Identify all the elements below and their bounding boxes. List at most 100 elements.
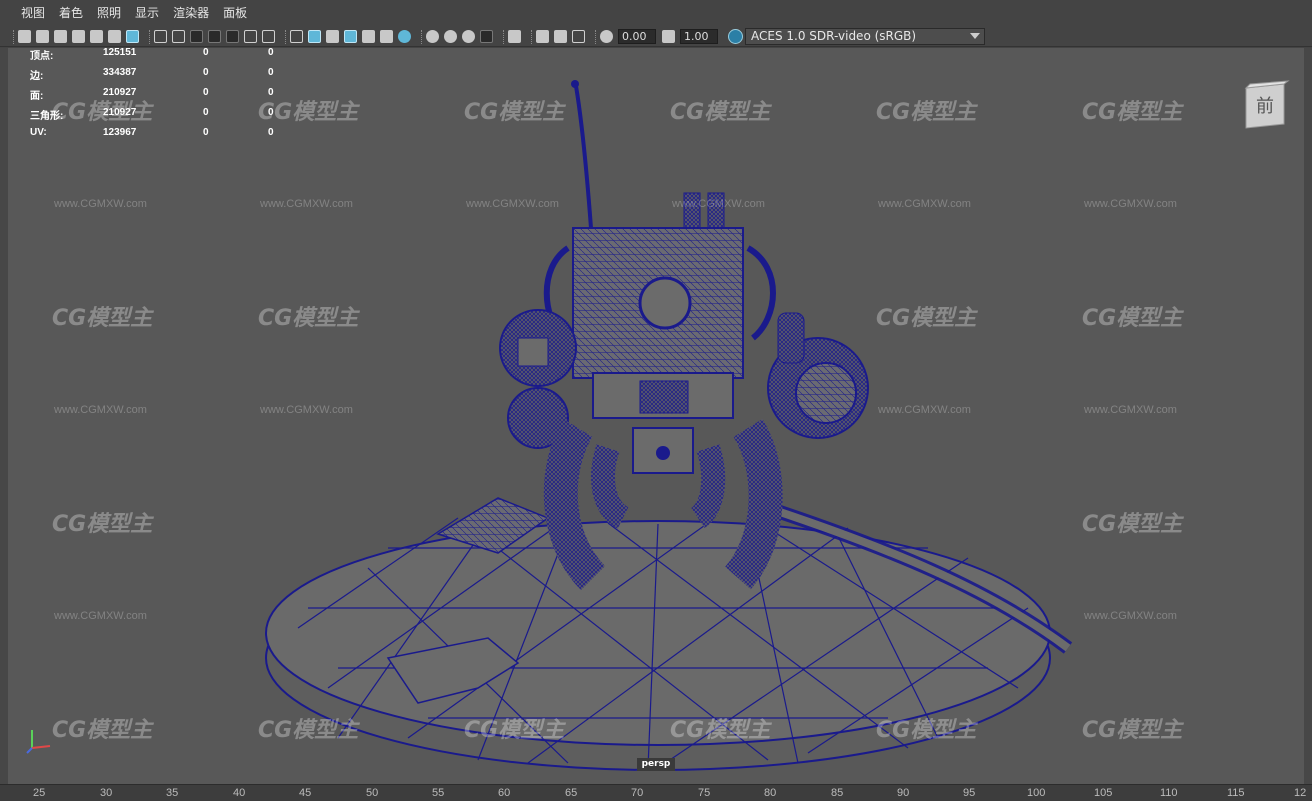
ruler-tick: 75 bbox=[698, 787, 711, 799]
isolate-select-icon[interactable] bbox=[508, 30, 521, 43]
chevron-down-icon bbox=[970, 33, 980, 39]
color-management-icon[interactable] bbox=[728, 29, 743, 44]
menu-shading[interactable]: 着色 bbox=[52, 0, 90, 27]
camera-name-label: persp bbox=[637, 758, 675, 771]
menu-renderer[interactable]: 渲染器 bbox=[166, 0, 216, 27]
3d-viewport[interactable]: 顶点: 125151 0 0 边: 334387 0 0 面: 210927 0… bbox=[0, 48, 1312, 784]
view-cube-face-label: 前 bbox=[1256, 96, 1274, 117]
wireframe-icon[interactable] bbox=[290, 30, 303, 43]
hud-label: 三角形: bbox=[30, 111, 64, 122]
ruler-tick: 80 bbox=[764, 787, 777, 799]
toolbar-separator bbox=[149, 29, 151, 44]
resolution-gate-icon[interactable] bbox=[190, 30, 203, 43]
field-chart-icon[interactable] bbox=[226, 30, 239, 43]
right-shoulder bbox=[777, 312, 805, 364]
screen-space-ao-icon[interactable] bbox=[426, 30, 439, 43]
antenna bbox=[574, 85, 593, 229]
exposure-icon[interactable] bbox=[600, 30, 613, 43]
film-gate-icon[interactable] bbox=[172, 30, 185, 43]
hud-value-selected: 0 bbox=[203, 127, 209, 138]
toolbar-separator bbox=[531, 29, 533, 44]
hud-value-selected: 0 bbox=[203, 87, 209, 98]
time-slider-ruler[interactable]: 25 30 35 40 45 50 55 60 65 70 75 80 85 9… bbox=[0, 784, 1312, 801]
smooth-shade-icon[interactable] bbox=[308, 30, 321, 43]
antenna-tip bbox=[571, 80, 579, 88]
menu-panels[interactable]: 面板 bbox=[216, 0, 254, 27]
menu-lighting[interactable]: 照明 bbox=[90, 0, 128, 27]
xray-joints-icon[interactable] bbox=[572, 30, 585, 43]
ruler-tick: 65 bbox=[565, 787, 578, 799]
hud-value-selected: 0 bbox=[203, 67, 209, 78]
hud-value-selected: 0 bbox=[203, 48, 209, 58]
toolbar-separator bbox=[503, 29, 505, 44]
ruler-tick: 50 bbox=[366, 787, 379, 799]
hud-value-component: 0 bbox=[268, 87, 274, 98]
axis-gizmo bbox=[22, 724, 58, 756]
safe-action-icon[interactable] bbox=[244, 30, 257, 43]
grease-pencil-icon[interactable] bbox=[126, 30, 139, 43]
exposure-field[interactable]: 0.00 bbox=[618, 29, 656, 44]
hud-value-component: 0 bbox=[268, 107, 274, 118]
safe-title-icon[interactable] bbox=[262, 30, 275, 43]
ruler-tick: 95 bbox=[963, 787, 976, 799]
textured-icon[interactable] bbox=[362, 30, 375, 43]
ruler-tick: 105 bbox=[1094, 787, 1113, 799]
shadows-icon[interactable] bbox=[398, 30, 411, 43]
bookmarks-icon[interactable] bbox=[54, 30, 67, 43]
image-plane-icon[interactable] bbox=[90, 30, 103, 43]
ruler-tick: 12 bbox=[1294, 787, 1307, 799]
right-wheel-hub bbox=[795, 362, 857, 424]
ruler-tick: 40 bbox=[233, 787, 246, 799]
gate-mask-icon[interactable] bbox=[208, 30, 221, 43]
ruler-tick: 70 bbox=[631, 787, 644, 799]
default-material-icon[interactable] bbox=[326, 30, 339, 43]
ruler-tick: 30 bbox=[100, 787, 113, 799]
ruler-tick: 25 bbox=[33, 787, 46, 799]
hud-label: 顶点: bbox=[30, 51, 54, 62]
multisample-aa-icon[interactable] bbox=[462, 30, 475, 43]
motion-blur-icon[interactable] bbox=[444, 30, 457, 43]
leg-back-right bbox=[690, 444, 726, 528]
body-vent bbox=[639, 380, 689, 414]
hud-label: 面: bbox=[30, 91, 44, 102]
hud-label: 边: bbox=[30, 71, 44, 82]
hud-value-component: 0 bbox=[268, 48, 274, 58]
camera-attributes-icon[interactable] bbox=[36, 30, 49, 43]
depth-of-field-icon[interactable] bbox=[480, 30, 493, 43]
leg-front-right bbox=[724, 419, 783, 590]
gamma-field[interactable]: 1.00 bbox=[680, 29, 718, 44]
toolbar-separator bbox=[285, 29, 287, 44]
ruler-tick: 55 bbox=[432, 787, 445, 799]
gamma-icon[interactable] bbox=[662, 30, 675, 43]
view-transform-dropdown[interactable]: ACES 1.0 SDR-video (sRGB) bbox=[745, 28, 985, 45]
hud-row-uvs: UV: 123967 0 0 bbox=[30, 127, 290, 141]
right-pipe bbox=[746, 245, 776, 341]
leg-front-left bbox=[543, 419, 606, 591]
left-claw-screen bbox=[517, 337, 549, 367]
hip-bolt bbox=[656, 446, 670, 460]
grid-icon[interactable] bbox=[154, 30, 167, 43]
use-all-lights-icon[interactable] bbox=[380, 30, 393, 43]
hud-value: 210927 bbox=[103, 107, 137, 118]
menu-view[interactable]: 视图 bbox=[14, 0, 52, 27]
hud-value: 123967 bbox=[103, 127, 137, 138]
hud-row-faces: 面: 210927 0 0 bbox=[30, 87, 290, 102]
hud-row-edges: 边: 334387 0 0 bbox=[30, 67, 290, 82]
ruler-tick: 45 bbox=[299, 787, 312, 799]
xray-active-components-icon[interactable] bbox=[554, 30, 567, 43]
ruler-tick: 85 bbox=[831, 787, 844, 799]
hud-value: 125151 bbox=[103, 48, 137, 58]
viewport-toolbar: 0.00 1.00 ACES 1.0 SDR-video (sRGB) bbox=[0, 27, 1312, 47]
view-cube[interactable]: 前 bbox=[1240, 80, 1290, 132]
2d-pan-zoom-icon[interactable] bbox=[108, 30, 121, 43]
ruler-tick: 115 bbox=[1227, 787, 1245, 799]
ruler-tick: 35 bbox=[166, 787, 179, 799]
select-camera-icon[interactable] bbox=[18, 30, 31, 43]
hud-value-selected: 0 bbox=[203, 107, 209, 118]
menu-show[interactable]: 显示 bbox=[128, 0, 166, 27]
bookmark-icon[interactable] bbox=[72, 30, 85, 43]
wireframe-on-shaded-icon[interactable] bbox=[344, 30, 357, 43]
hud-value-component: 0 bbox=[268, 127, 274, 138]
leg-back-left bbox=[591, 444, 630, 529]
xray-icon[interactable] bbox=[536, 30, 549, 43]
